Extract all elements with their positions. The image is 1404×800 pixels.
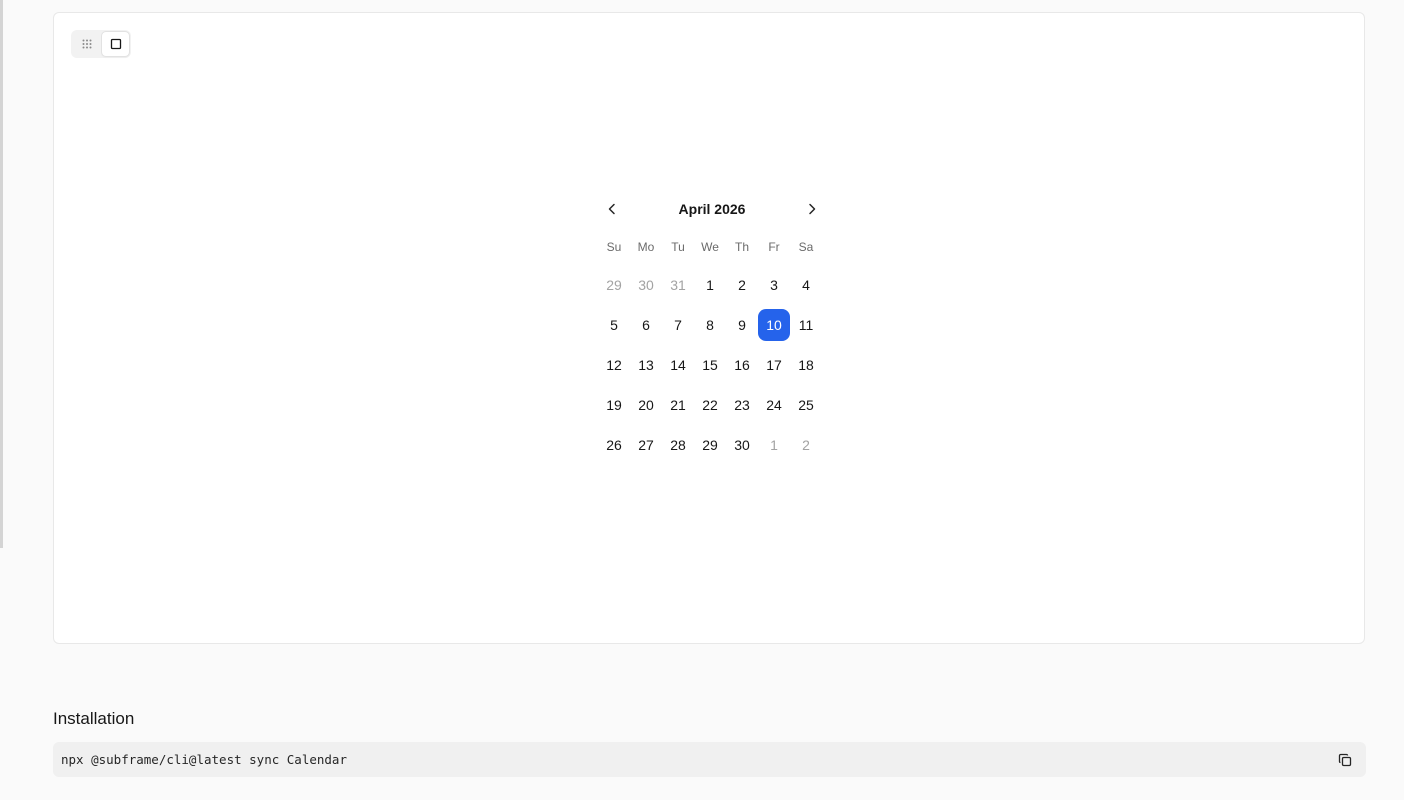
next-month-button[interactable] xyxy=(798,195,826,223)
calendar-day[interactable]: 28 xyxy=(662,429,694,461)
calendar-day[interactable]: 13 xyxy=(630,349,662,381)
calendar-week-row: 29 30 31 1 2 3 4 xyxy=(598,269,826,301)
calendar-day[interactable]: 14 xyxy=(662,349,694,381)
view-toggle xyxy=(71,30,131,58)
calendar-day[interactable]: 24 xyxy=(758,389,790,421)
calendar-day-selected[interactable]: 10 xyxy=(758,309,790,341)
weekday-label: We xyxy=(701,240,719,254)
calendar-day[interactable]: 17 xyxy=(758,349,790,381)
calendar-day[interactable]: 1 xyxy=(694,269,726,301)
calendar-day[interactable]: 11 xyxy=(790,309,822,341)
weekday-label: Su xyxy=(606,240,622,254)
calendar-day[interactable]: 20 xyxy=(630,389,662,421)
calendar-day-outside[interactable]: 1 xyxy=(758,429,790,461)
installation-heading: Installation xyxy=(53,709,135,728)
calendar-day[interactable]: 4 xyxy=(790,269,822,301)
calendar-day-outside[interactable]: 2 xyxy=(790,429,822,461)
copy-button[interactable] xyxy=(1334,749,1356,771)
calendar-day-outside[interactable]: 29 xyxy=(598,269,630,301)
calendar-day[interactable]: 25 xyxy=(790,389,822,421)
calendar-day[interactable]: 6 xyxy=(630,309,662,341)
calendar-day[interactable]: 15 xyxy=(694,349,726,381)
calendar-day[interactable]: 23 xyxy=(726,389,758,421)
calendar-day[interactable]: 27 xyxy=(630,429,662,461)
weekday-label: Fr xyxy=(768,240,780,254)
calendar-day-outside[interactable]: 31 xyxy=(662,269,694,301)
weekday-label: Tu xyxy=(671,240,685,254)
calendar: April 2026 Su Mo Tu We Th Fr Sa 29 30 31 1 2… xyxy=(598,191,826,461)
calendar-day[interactable]: 2 xyxy=(726,269,758,301)
install-command: npx @subframe/cli@latest sync Calendar xyxy=(61,752,347,767)
calendar-day[interactable]: 12 xyxy=(598,349,630,381)
calendar-day[interactable]: 5 xyxy=(598,309,630,341)
calendar-day[interactable]: 29 xyxy=(694,429,726,461)
square-icon xyxy=(110,38,121,50)
weekday-label: Th xyxy=(734,240,749,254)
grid-icon xyxy=(82,39,91,49)
calendar-day[interactable]: 8 xyxy=(694,309,726,341)
month-label: April 2026 xyxy=(678,201,746,217)
calendar-day[interactable]: 16 xyxy=(726,349,758,381)
calendar-day[interactable]: 26 xyxy=(598,429,630,461)
calendar-week-row: 5 6 7 8 9 10 11 xyxy=(598,309,826,341)
chevron-right-icon xyxy=(809,203,816,215)
calendar-day[interactable]: 9 xyxy=(726,309,758,341)
chevron-left-icon xyxy=(608,203,615,215)
calendar-day[interactable]: 19 xyxy=(598,389,630,421)
single-view-button[interactable] xyxy=(102,32,129,56)
calendar-day[interactable]: 3 xyxy=(758,269,790,301)
weekday-label: Sa xyxy=(798,240,814,254)
calendar-day[interactable]: 18 xyxy=(790,349,822,381)
scrollbar-track xyxy=(0,0,3,548)
calendar-week-row: 19 20 21 22 23 24 25 xyxy=(598,389,826,421)
previous-month-button[interactable] xyxy=(598,195,626,223)
calendar-day[interactable]: 22 xyxy=(694,389,726,421)
component-preview: April 2026 Su Mo Tu We Th Fr Sa 29 30 31 1 2… xyxy=(53,12,1365,644)
calendar-week-row: 26 27 28 29 30 1 2 xyxy=(598,429,826,461)
calendar-day-outside[interactable]: 30 xyxy=(630,269,662,301)
calendar-week-row: 12 13 14 15 16 17 18 xyxy=(598,349,826,381)
calendar-header: April 2026 xyxy=(598,191,826,227)
calendar-grid: 29 30 31 1 2 3 4 5 6 7 8 9 10 11 12 13 14 15 16 17 18 19 20 21 2… xyxy=(598,269,826,461)
weekday-row: Su Mo Tu We Th Fr Sa xyxy=(598,233,826,261)
calendar-day[interactable]: 21 xyxy=(662,389,694,421)
grid-view-button[interactable] xyxy=(73,32,100,56)
weekday-label: Mo xyxy=(637,240,655,254)
install-command-block: npx @subframe/cli@latest sync Calendar xyxy=(53,742,1366,777)
calendar-day[interactable]: 7 xyxy=(662,309,694,341)
copy-icon xyxy=(1338,753,1352,766)
calendar-day[interactable]: 30 xyxy=(726,429,758,461)
